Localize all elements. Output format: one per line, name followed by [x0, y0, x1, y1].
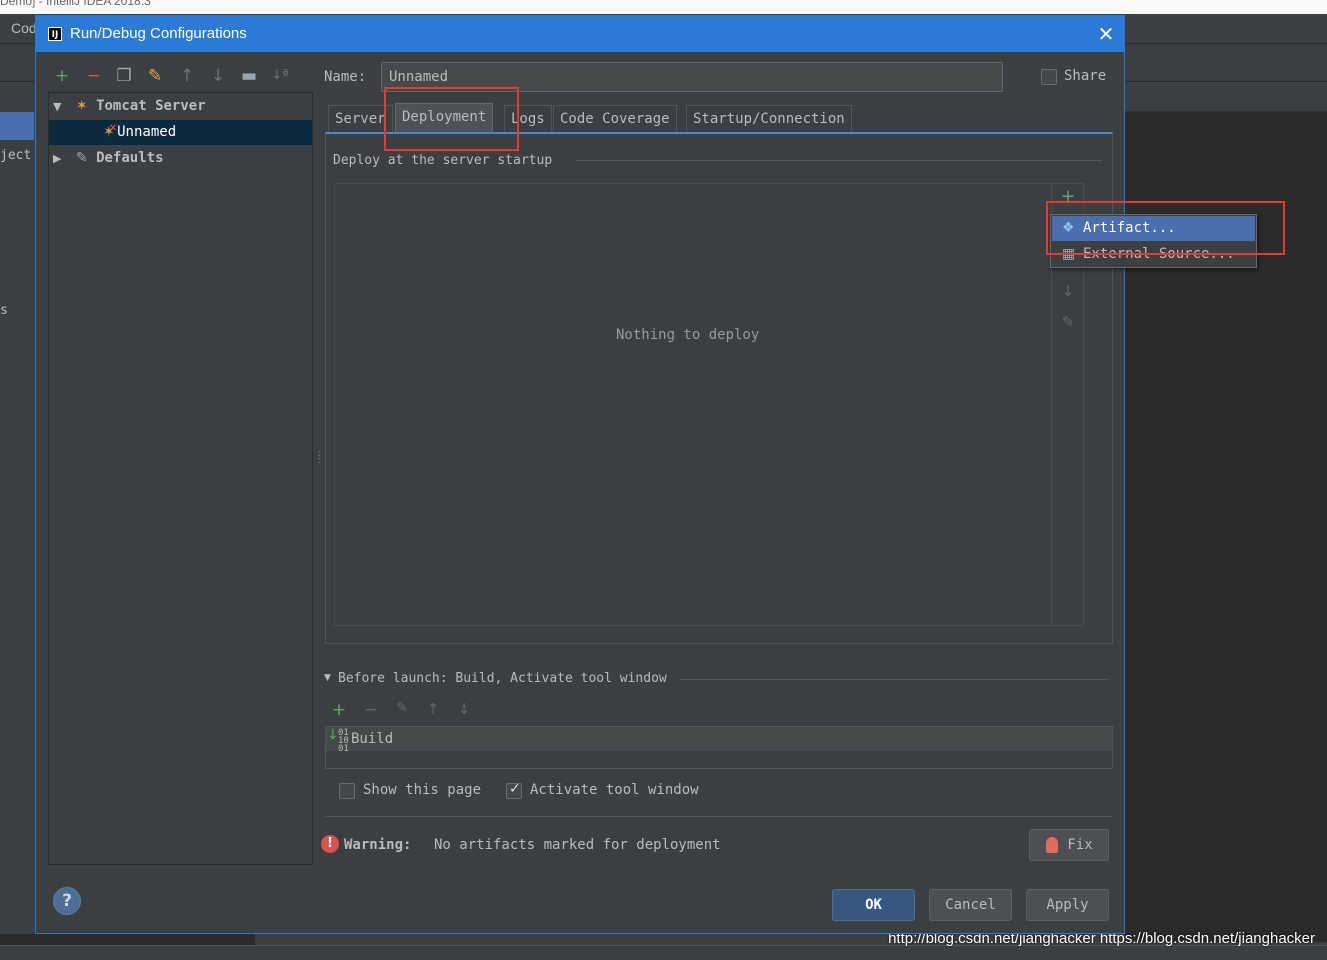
tab-startup-connection[interactable]: Startup/Connection	[686, 105, 852, 132]
edit-icon[interactable]: ✎	[392, 700, 412, 716]
build-icon: ↓	[327, 727, 339, 743]
add-popup-menu: ❖ Artifact... ▦ External Source...	[1050, 214, 1257, 268]
move-up-icon[interactable]: ↑	[423, 700, 443, 718]
empty-list-text: Nothing to deploy	[616, 327, 760, 343]
show-page-checkbox[interactable]	[339, 783, 355, 799]
tree-item-defaults[interactable]: ▶ ✎ Defaults	[53, 146, 164, 171]
add-icon[interactable]: +	[329, 700, 349, 720]
activate-tool-window-label[interactable]: Activate tool window	[530, 782, 699, 798]
config-tree: ▼ ✶ Tomcat Server ✶✕Unnamed ▶ ✎ Defaults	[48, 92, 313, 865]
name-input[interactable]: Unnamed	[381, 62, 1003, 92]
move-down-icon[interactable]: ↓	[454, 700, 474, 718]
ok-button[interactable]: OK	[832, 889, 915, 921]
tab-code-coverage[interactable]: Code Coverage	[553, 105, 677, 132]
dialog-title-bar: IJ Run/Debug Configurations ✕	[36, 16, 1124, 52]
tree-item-unnamed[interactable]: ✶✕Unnamed	[103, 120, 176, 145]
fix-bulb-icon	[1046, 837, 1058, 853]
list-item[interactable]	[326, 727, 1112, 751]
sort-icon[interactable]: ↓ª	[269, 66, 291, 86]
expand-arrow-icon[interactable]: ▼	[53, 100, 61, 113]
external-source-icon: ▦	[1062, 246, 1076, 262]
share-label[interactable]: Share	[1064, 68, 1106, 84]
divider	[325, 816, 1113, 817]
divider	[679, 679, 1109, 680]
move-up-icon[interactable]: ↑	[176, 66, 198, 86]
before-launch-label[interactable]: Before launch: Build, Activate tool wind…	[338, 671, 667, 686]
warning-icon: !	[321, 835, 339, 853]
move-down-icon[interactable]: ↓	[207, 66, 229, 86]
ide-project-selected-row	[0, 112, 34, 140]
tab-logs[interactable]: Logs	[504, 105, 552, 132]
divider	[576, 160, 1102, 161]
ide-project-text-s: s	[0, 303, 8, 318]
remove-icon[interactable]: −	[83, 66, 105, 86]
check-icon: ✓	[509, 781, 521, 797]
collapse-arrow-icon[interactable]: ▼	[324, 673, 331, 683]
tab-server[interactable]: Server	[328, 105, 393, 132]
fix-button[interactable]: Fix	[1029, 829, 1109, 861]
wrench-icon[interactable]: ✎	[144, 66, 166, 86]
remove-icon[interactable]: −	[361, 700, 381, 720]
warning-title: Warning:	[344, 837, 412, 853]
build-item-label: Build	[351, 731, 394, 747]
show-page-label[interactable]: Show this page	[363, 782, 481, 798]
warning-text: No artifacts marked for deployment	[434, 837, 721, 853]
binary-icon: 01 10 01	[338, 728, 349, 754]
menu-item-external-source[interactable]: ▦ External Source...	[1052, 242, 1255, 267]
ide-window-title: Demo] - IntelliJ IDEA 2018.3	[0, 0, 151, 8]
add-icon[interactable]: +	[51, 66, 73, 86]
activate-tool-window-checkbox[interactable]: ✓	[506, 781, 522, 799]
wrench-icon: ✎	[75, 150, 88, 166]
ide-title-bar: Demo] - IntelliJ IDEA 2018.3	[0, 0, 1327, 14]
ide-project-panel	[0, 82, 34, 942]
tree-item-tomcat-server[interactable]: ▼ ✶ Tomcat Server	[53, 94, 206, 119]
deploy-legend: Deploy at the server startup	[333, 153, 553, 168]
edit-icon[interactable]: ✎	[1059, 313, 1077, 331]
tree-item-label: Defaults	[96, 150, 164, 166]
folder-icon[interactable]: ▬	[238, 66, 260, 86]
move-down-icon[interactable]: ↓	[1059, 282, 1077, 300]
splitter-handle[interactable]: ⋮ ⋮	[314, 451, 324, 465]
ide-status-bar	[0, 945, 1327, 960]
cancel-button[interactable]: Cancel	[929, 889, 1012, 921]
tomcat-icon: ✶	[75, 98, 88, 114]
menu-item-label: External Source...	[1083, 246, 1235, 262]
menu-item-artifact[interactable]: ❖ Artifact...	[1052, 216, 1255, 241]
menu-item-label: Artifact...	[1083, 220, 1176, 236]
deploy-list[interactable]	[334, 183, 1052, 626]
close-button[interactable]: ✕	[1094, 22, 1118, 46]
tree-item-label: Unnamed	[117, 124, 177, 140]
copy-icon[interactable]: ❐	[113, 66, 135, 86]
ide-editor-tabs	[1125, 82, 1327, 112]
share-checkbox[interactable]	[1041, 69, 1057, 85]
apply-button[interactable]: Apply	[1026, 889, 1109, 921]
collapse-arrow-icon[interactable]: ▶	[53, 152, 61, 165]
add-icon[interactable]: +	[1059, 186, 1077, 207]
ide-project-text: ject	[0, 148, 32, 163]
tree-item-label: Tomcat Server	[96, 98, 206, 114]
artifact-icon: ❖	[1062, 220, 1075, 236]
run-debug-dialog: IJ Run/Debug Configurations ✕ + − ❐ ✎ ↑ …	[35, 15, 1285, 934]
tree-selection	[49, 120, 312, 145]
intellij-logo-icon: IJ	[48, 27, 62, 41]
dialog-title: Run/Debug Configurations	[70, 25, 247, 42]
help-button[interactable]: ?	[53, 887, 81, 915]
ide-bottom-panel	[0, 934, 255, 945]
tab-deployment[interactable]: Deployment	[395, 103, 494, 133]
name-label: Name:	[324, 69, 367, 85]
